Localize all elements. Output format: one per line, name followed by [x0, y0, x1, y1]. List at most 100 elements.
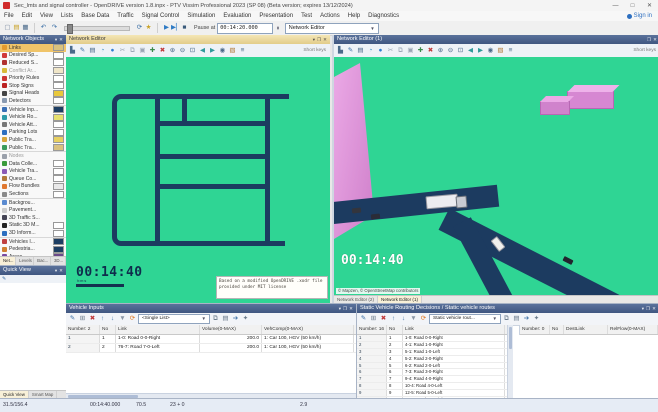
- print-icon[interactable]: ▤: [221, 314, 230, 324]
- refresh-icon[interactable]: ⟳: [128, 314, 137, 324]
- network-editor-2d-header[interactable]: Network Editor ▾❐✕: [66, 35, 330, 44]
- sidebar-item-vehicles-i[interactable]: Vehicles I...: [0, 238, 66, 246]
- column-header-relflow-0-max[interactable]: RelFlow(0-MAX): [608, 325, 658, 334]
- tab-net[interactable]: Net...: [0, 257, 16, 265]
- globe-icon[interactable]: ◔: [366, 46, 375, 56]
- move-down-icon[interactable]: ↓: [108, 314, 117, 324]
- close-panel-icon[interactable]: ✕: [323, 35, 327, 44]
- sidebar-item-public-tra[interactable]: Public Tra...: [0, 136, 66, 144]
- delete-object-icon[interactable]: ✖: [158, 46, 167, 56]
- menu-simulation[interactable]: Simulation: [183, 13, 219, 19]
- sidebar-item-reduced-s[interactable]: Reduced S...: [0, 59, 66, 67]
- run-single-step-button[interactable]: ▶▏: [171, 23, 180, 33]
- sidebar-item-3d-traffic-s[interactable]: 3D Traffic S...: [0, 214, 66, 222]
- active-editor-select[interactable]: Network Editor ▼: [285, 23, 379, 34]
- edit-icon[interactable]: ✎: [68, 314, 77, 324]
- filter-icon[interactable]: ▼: [409, 314, 418, 324]
- table-row[interactable]: 335-1: Road 1-0-Left: [357, 349, 507, 356]
- sidebar-item-vehicle-tra[interactable]: Vehicle Tra...: [0, 168, 66, 176]
- display-color-swatch[interactable]: [53, 67, 64, 74]
- print-icon[interactable]: ▤: [512, 314, 521, 324]
- zoom-fit-icon[interactable]: ⊡: [456, 46, 465, 56]
- column-header-vehcomp-0-max[interactable]: VehComp(0-MAX): [262, 325, 354, 334]
- globe-icon[interactable]: ◔: [98, 46, 107, 56]
- tab-bac[interactable]: Bac...: [34, 257, 51, 265]
- display-color-swatch[interactable]: [53, 191, 64, 198]
- minimize-button[interactable]: —: [607, 3, 624, 9]
- sidebar-item-flow-bundles[interactable]: Flow Bundles: [0, 183, 66, 191]
- close-button[interactable]: ✕: [641, 2, 658, 9]
- menu-presentation[interactable]: Presentation: [255, 13, 297, 19]
- vehicle-inputs-header[interactable]: Vehicle Inputs ▾❐✕: [66, 304, 356, 313]
- column-header-no[interactable]: No: [387, 325, 403, 334]
- simulation-speed-slider[interactable]: [64, 26, 130, 31]
- table-row[interactable]: 556-2: Road 2-0-Left: [357, 363, 507, 370]
- lane-display-icon[interactable]: ▤: [356, 46, 365, 56]
- menu-traffic[interactable]: Traffic: [113, 13, 137, 19]
- display-color-swatch[interactable]: [53, 183, 64, 190]
- sidebar-item-pedestria[interactable]: Pedestria...: [0, 245, 66, 253]
- display-color-swatch[interactable]: [53, 168, 64, 175]
- table-row[interactable]: 779-4: Road 4-0-Right: [357, 376, 507, 383]
- quick-view-body[interactable]: [0, 283, 66, 390]
- zoom-in-icon[interactable]: ⊕: [436, 46, 445, 56]
- redo-icon[interactable]: ↷: [50, 23, 59, 33]
- export-icon[interactable]: ➔: [522, 314, 531, 324]
- menu-test[interactable]: Test: [297, 13, 316, 19]
- close-panel-icon[interactable]: ✕: [59, 35, 63, 44]
- network-objects-header[interactable]: Network Objects ▾✕: [0, 35, 66, 44]
- display-color-swatch[interactable]: [53, 222, 64, 229]
- table-row[interactable]: 667-3: Road 3-0-Right: [357, 369, 507, 376]
- network-canvas-2d[interactable]: 00:14:40 h:m:s Based on a modified OpenD…: [66, 57, 330, 303]
- sidebar-item-desired-sp[interactable]: Desired Sp...: [0, 52, 66, 60]
- zoom-out-icon[interactable]: ⊖: [446, 46, 455, 56]
- network-editor-3d-header[interactable]: Network Editor (1) ❐✕: [334, 35, 658, 44]
- settings-icon[interactable]: ✦: [532, 314, 541, 324]
- network-canvas-3d[interactable]: 00:14:40 © Mapzen, © OpenStreetMap contr…: [334, 57, 658, 295]
- paste-icon[interactable]: ▣: [138, 46, 147, 56]
- sidebar-item-pavement[interactable]: Pavement...: [0, 206, 66, 214]
- table-row[interactable]: 445-2: Road 2-0-Right: [357, 356, 507, 363]
- duplicate-icon[interactable]: ⧉: [502, 314, 511, 324]
- list-layout-select[interactable]: <Single List>▼: [138, 314, 210, 324]
- menu-lists[interactable]: Lists: [57, 13, 77, 19]
- menu-help[interactable]: Help: [344, 13, 364, 19]
- sidebar-item-signal-heads[interactable]: Signal Heads: [0, 90, 66, 98]
- edit-icon[interactable]: ✎: [2, 276, 6, 282]
- rotate-view-icon[interactable]: ◉: [486, 46, 495, 56]
- copy-icon[interactable]: ⧉: [396, 46, 405, 56]
- column-header-number-16[interactable]: Number: 16: [357, 325, 387, 334]
- sidebar-item-sections[interactable]: Sections: [0, 190, 66, 199]
- table-row[interactable]: 111-0: Road 0-0-Right: [357, 335, 507, 342]
- filter-icon[interactable]: ▼: [118, 314, 127, 324]
- move-down-icon[interactable]: ↓: [399, 314, 408, 324]
- table-row[interactable]: 8810-4: Road 4-0-Left: [357, 383, 507, 390]
- add-object-icon[interactable]: ✚: [416, 46, 425, 56]
- vertical-scrollbar[interactable]: [507, 325, 513, 399]
- maximize-button[interactable]: □: [624, 3, 641, 9]
- display-color-swatch[interactable]: [53, 106, 64, 113]
- column-header-destlink[interactable]: DestLink: [564, 325, 608, 334]
- sidebar-item-vehicle-att[interactable]: Vehicle Att...: [0, 121, 66, 129]
- previous-view-icon[interactable]: ◀: [198, 46, 207, 56]
- maximize-panel-icon[interactable]: ❐: [646, 304, 650, 313]
- open-file-icon[interactable]: ▤: [12, 23, 21, 33]
- screenshot-icon[interactable]: ▧: [228, 46, 237, 56]
- attributes-icon[interactable]: ⊞: [78, 314, 87, 324]
- screenshot-icon[interactable]: ▧: [496, 46, 505, 56]
- float-panel-icon[interactable]: ▾: [313, 35, 315, 44]
- display-color-swatch[interactable]: [53, 238, 64, 245]
- menu-file[interactable]: File: [0, 13, 18, 19]
- routing-decisions-header[interactable]: Static Vehicle Routing Decisions / Stati…: [357, 304, 658, 313]
- favorites-icon[interactable]: ★: [144, 23, 153, 33]
- maximize-panel-icon[interactable]: ❐: [343, 304, 347, 313]
- menu-diagnostics[interactable]: Diagnostics: [364, 13, 403, 19]
- display-color-swatch[interactable]: [53, 75, 64, 82]
- display-color-swatch[interactable]: [53, 129, 64, 136]
- delete-object-icon[interactable]: ✖: [426, 46, 435, 56]
- sidebar-item-stop-signs[interactable]: Stop Signs: [0, 82, 66, 90]
- menu-base-data[interactable]: Base Data: [77, 13, 113, 19]
- sidebar-item-backgrou[interactable]: Backgrou...: [0, 199, 66, 207]
- delete-row-icon[interactable]: ✖: [379, 314, 388, 324]
- table-row[interactable]: 2276-7: Road 7-0-Left200.01: Car 100, HG…: [66, 344, 356, 353]
